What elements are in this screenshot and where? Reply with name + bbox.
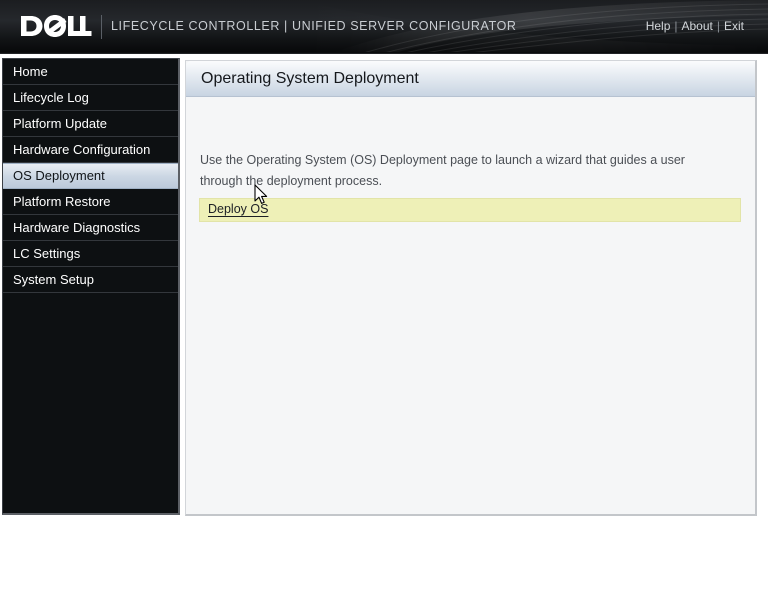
- sidebar-item-label: System Setup: [13, 272, 94, 287]
- dell-logo: [21, 15, 92, 37]
- app-header: LIFECYCLE CONTROLLER | UNIFIED SERVER CO…: [0, 0, 768, 54]
- sidebar-item-label: Hardware Diagnostics: [13, 220, 141, 235]
- page-title: Operating System Deployment: [186, 61, 755, 97]
- header-logo-divider: [101, 15, 102, 39]
- page-description: Use the Operating System (OS) Deployment…: [200, 153, 685, 188]
- sidebar-navigation: Home Lifecycle Log Platform Update Hardw…: [2, 58, 180, 515]
- sidebar-item-label: Lifecycle Log: [13, 90, 89, 105]
- deploy-os-row[interactable]: Deploy OS: [199, 198, 741, 222]
- header-product-title: LIFECYCLE CONTROLLER | UNIFIED SERVER CO…: [111, 19, 517, 33]
- header-links: Help | About | Exit: [646, 19, 744, 33]
- help-link[interactable]: Help: [646, 19, 671, 33]
- exit-link[interactable]: Exit: [724, 19, 744, 33]
- sidebar-item-label: Hardware Configuration: [13, 142, 151, 157]
- sidebar-item-label: LC Settings: [13, 246, 81, 261]
- header-link-separator-1: |: [674, 19, 678, 33]
- sidebar-item-home[interactable]: Home: [3, 59, 178, 85]
- sidebar-item-platform-update[interactable]: Platform Update: [3, 111, 178, 137]
- sidebar-item-hardware-diagnostics[interactable]: Hardware Diagnostics: [3, 215, 178, 241]
- header-bottom-border: [0, 52, 768, 54]
- sidebar-item-lc-settings[interactable]: LC Settings: [3, 241, 178, 267]
- sidebar-item-label: OS Deployment: [13, 168, 105, 183]
- header-link-separator-2: |: [716, 19, 720, 33]
- sidebar-item-label: Home: [13, 64, 48, 79]
- sidebar-empty-space: [3, 293, 178, 491]
- main-content-panel: Operating System Deployment Use the Oper…: [185, 60, 757, 516]
- sidebar-item-system-setup[interactable]: System Setup: [3, 267, 178, 293]
- sidebar-item-label: Platform Update: [13, 116, 107, 131]
- deploy-os-link[interactable]: Deploy OS: [208, 202, 268, 216]
- sidebar-item-os-deployment[interactable]: OS Deployment: [3, 163, 178, 189]
- sidebar-item-label: Platform Restore: [13, 194, 111, 209]
- sidebar-item-platform-restore[interactable]: Platform Restore: [3, 189, 178, 215]
- sidebar-item-hardware-configuration[interactable]: Hardware Configuration: [3, 137, 178, 163]
- sidebar-item-lifecycle-log[interactable]: Lifecycle Log: [3, 85, 178, 111]
- about-link[interactable]: About: [682, 19, 713, 33]
